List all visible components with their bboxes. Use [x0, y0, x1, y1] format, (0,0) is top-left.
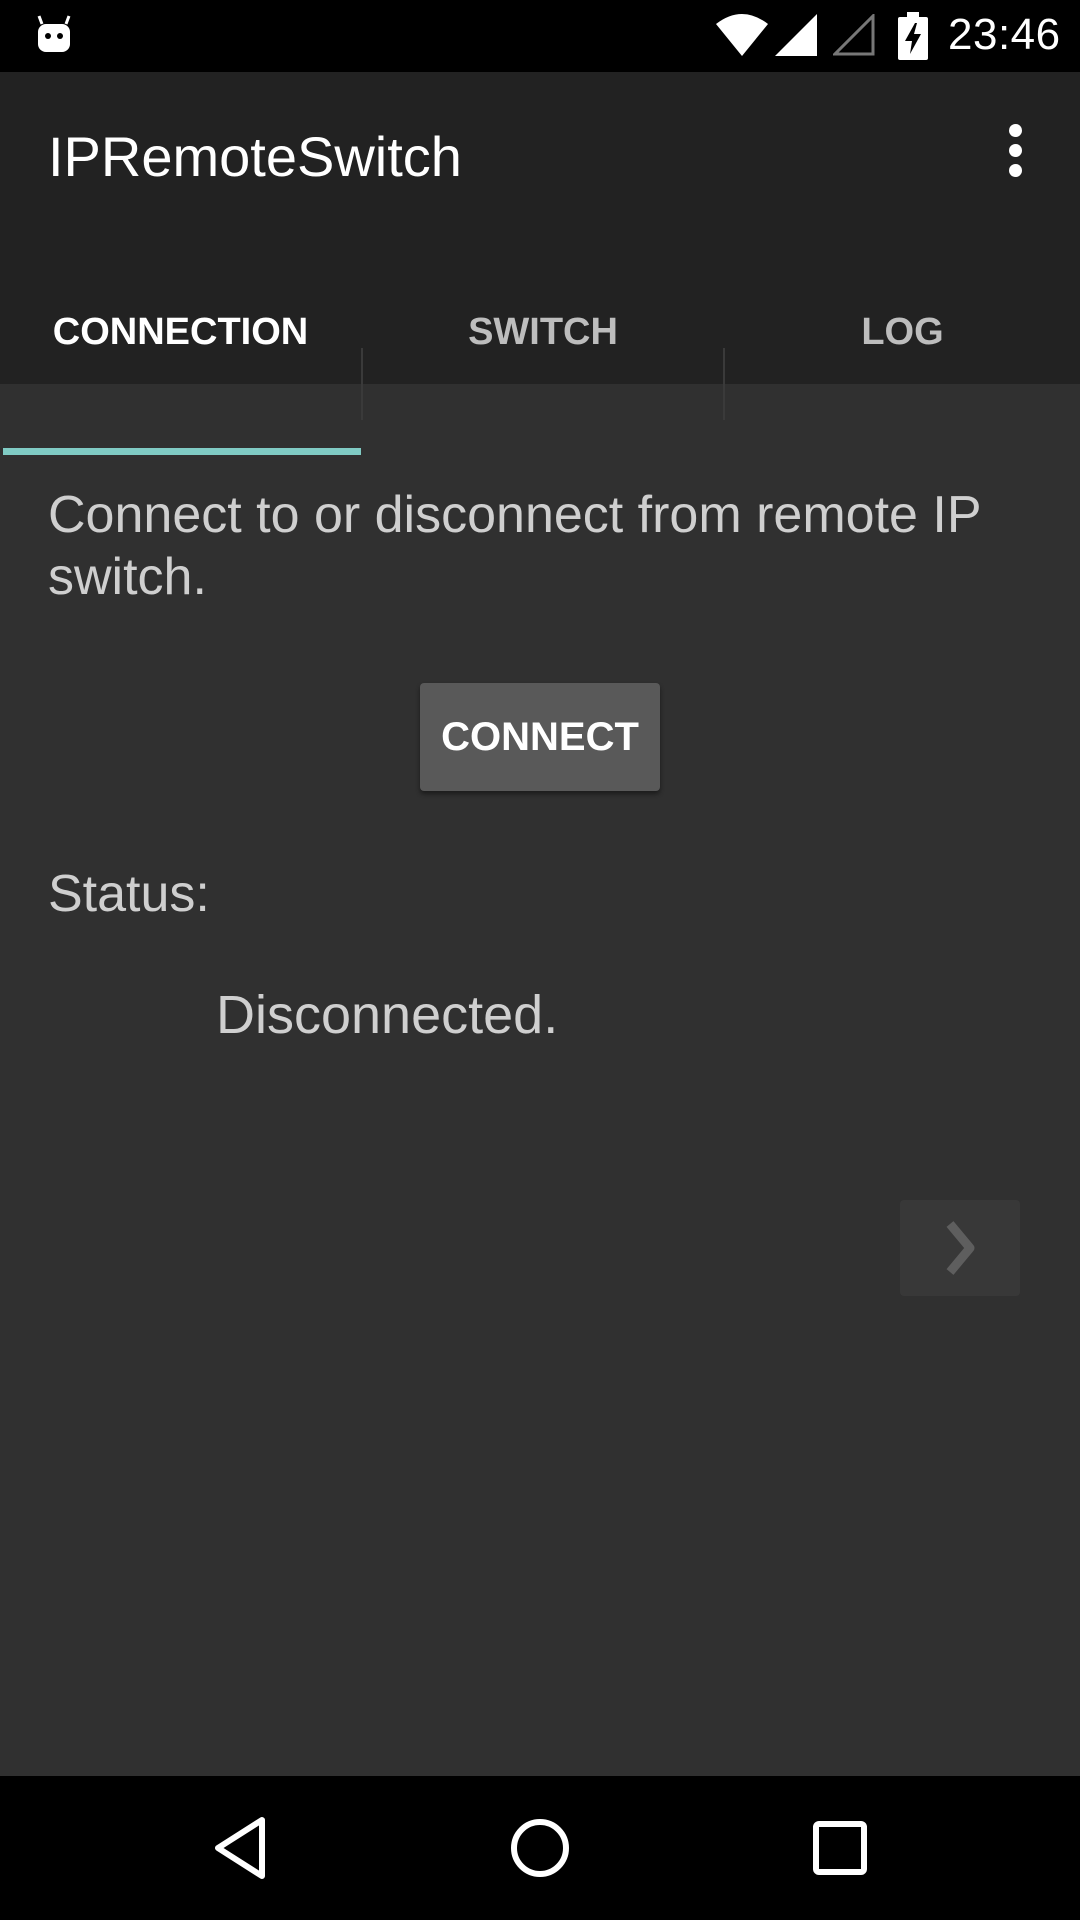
navigation-bar — [0, 1776, 1080, 1920]
chevron-right-icon — [946, 1221, 975, 1275]
status-bar: 23:46 — [0, 0, 1080, 72]
cell-signal-empty-icon — [833, 14, 875, 56]
battery-charging-icon — [898, 12, 928, 60]
android-notification-icon — [37, 15, 71, 52]
status-value: Disconnected. — [216, 985, 559, 1045]
connection-page: Connect to or disconnect from remote IP … — [0, 384, 1080, 1776]
back-icon[interactable] — [200, 1812, 280, 1884]
more-vert-icon[interactable] — [995, 124, 1035, 178]
status-clock: 23:46 — [948, 10, 1061, 59]
app-bar: IPRemoteSwitch CONNECTION SWITCH LOG — [0, 72, 1080, 455]
connection-description: Connect to or disconnect from remote IP … — [48, 486, 981, 606]
home-icon[interactable] — [500, 1812, 580, 1884]
app-title: IPRemoteSwitch — [48, 125, 462, 188]
recents-icon[interactable] — [800, 1812, 880, 1884]
next-button[interactable] — [900, 1200, 1020, 1296]
connect-button[interactable]: CONNECT — [420, 683, 660, 791]
wifi-icon — [716, 14, 768, 56]
status-label: Status: — [48, 865, 210, 923]
cell-signal-icon — [775, 14, 817, 56]
